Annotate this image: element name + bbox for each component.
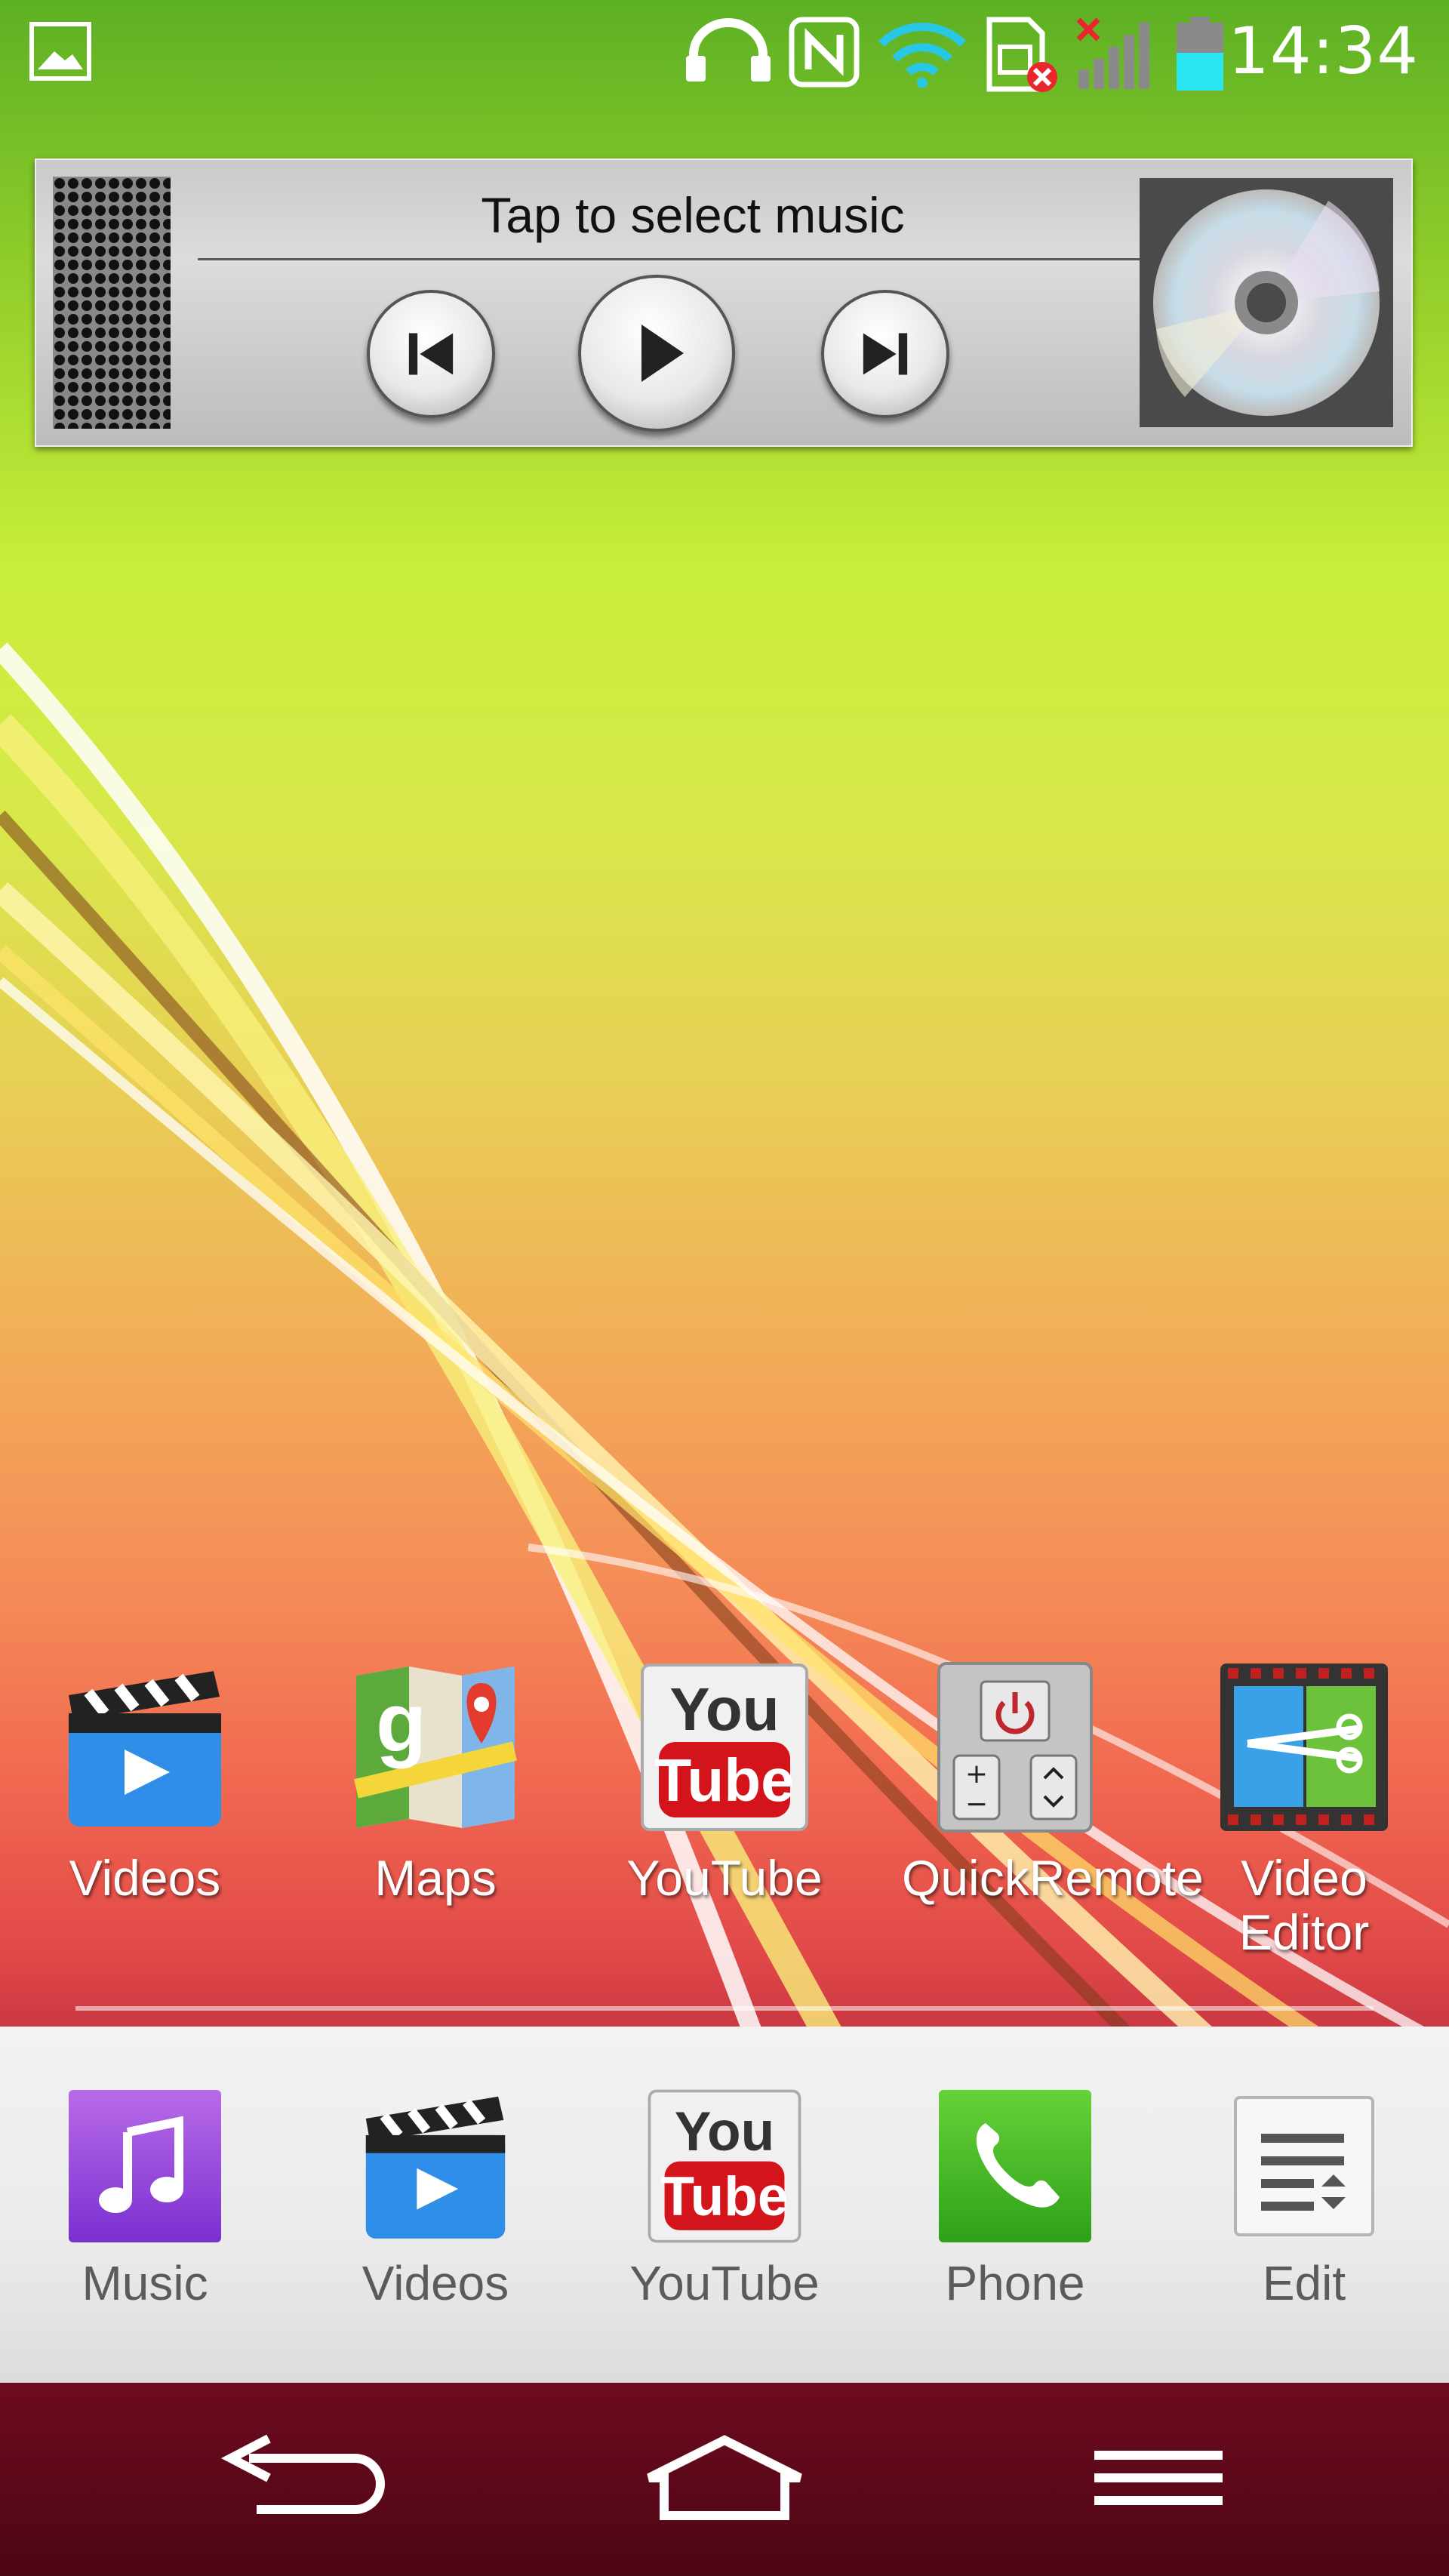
battery-icon xyxy=(1174,17,1226,96)
dock-videos[interactable]: Videos xyxy=(322,2087,549,2310)
clock: 14:34 xyxy=(1228,14,1419,89)
music-widget[interactable]: Tap to select music xyxy=(35,158,1413,447)
nfc-icon xyxy=(789,17,860,91)
dock-youtube[interactable]: You Tube YouTube xyxy=(611,2087,838,2310)
videos-icon xyxy=(58,1660,232,1834)
app-maps[interactable]: g Maps xyxy=(322,1660,549,1905)
youtube-icon: You Tube xyxy=(638,1660,811,1834)
app-label: YouTube xyxy=(626,1850,823,1906)
video-editor-icon xyxy=(1217,1660,1391,1834)
dock: Music Videos You Tube YouTube Phone Edit xyxy=(0,2027,1449,2383)
dock-edit[interactable]: Edit xyxy=(1191,2087,1417,2310)
app-label: YouTube xyxy=(629,2256,820,2310)
headphones-icon xyxy=(683,17,774,88)
page-indicator-line xyxy=(75,2006,1374,2011)
navigation-bar xyxy=(0,2383,1449,2576)
sim-error-icon xyxy=(985,17,1060,96)
app-label: Video Editor xyxy=(1238,1850,1370,1960)
svg-text:+: + xyxy=(965,1759,988,1790)
signal-icon xyxy=(1075,17,1158,96)
menu-icon xyxy=(1094,2451,1223,2505)
app-quickremote[interactable]: + − QuickRemote xyxy=(902,1660,1204,1906)
app-label: Videos xyxy=(69,1850,221,1906)
app-youtube[interactable]: You Tube YouTube xyxy=(611,1660,838,1905)
play-button[interactable] xyxy=(578,275,735,432)
app-label: Videos xyxy=(361,2256,509,2310)
videos-icon xyxy=(356,2087,515,2245)
app-label: Music xyxy=(82,2256,208,2310)
app-label: QuickRemote xyxy=(902,1850,1204,1906)
back-button[interactable] xyxy=(196,2428,392,2526)
menu-button[interactable] xyxy=(1057,2428,1253,2526)
previous-button[interactable] xyxy=(367,290,495,418)
app-video-editor[interactable]: Video Editor xyxy=(1191,1660,1417,1959)
svg-text:You: You xyxy=(675,2101,775,2162)
svg-text:Tube: Tube xyxy=(654,1747,794,1814)
gallery-icon xyxy=(29,21,92,85)
svg-text:g: g xyxy=(376,1676,426,1769)
svg-text:Tube: Tube xyxy=(660,2166,788,2227)
youtube-icon: You Tube xyxy=(645,2087,804,2245)
skip-next-icon xyxy=(863,333,908,375)
back-icon xyxy=(220,2434,385,2514)
quickremote-icon: + − xyxy=(928,1660,1102,1834)
home-icon xyxy=(647,2435,802,2520)
wifi-icon xyxy=(877,17,968,91)
divider xyxy=(198,258,1171,260)
edit-icon xyxy=(1225,2087,1383,2245)
svg-text:You: You xyxy=(669,1676,779,1743)
svg-text:−: − xyxy=(965,1789,988,1820)
dock-phone[interactable]: Phone xyxy=(902,2087,1128,2310)
play-icon xyxy=(641,325,684,382)
app-label: Phone xyxy=(945,2256,1085,2310)
next-button[interactable] xyxy=(821,290,949,418)
app-label: Edit xyxy=(1262,2256,1346,2310)
status-bar: 14:34 xyxy=(0,0,1449,106)
maps-icon: g xyxy=(349,1660,522,1834)
app-videos[interactable]: Videos xyxy=(32,1660,258,1905)
phone-icon xyxy=(936,2087,1094,2245)
cd-icon xyxy=(1153,189,1380,416)
speaker-grille-icon xyxy=(53,177,171,429)
dock-music[interactable]: Music xyxy=(32,2087,258,2310)
home-button[interactable] xyxy=(626,2428,823,2526)
skip-previous-icon xyxy=(408,333,454,375)
app-label: Maps xyxy=(374,1850,497,1906)
music-icon xyxy=(66,2087,224,2245)
album-art[interactable] xyxy=(1140,178,1393,427)
music-widget-title[interactable]: Tap to select music xyxy=(232,186,1153,244)
